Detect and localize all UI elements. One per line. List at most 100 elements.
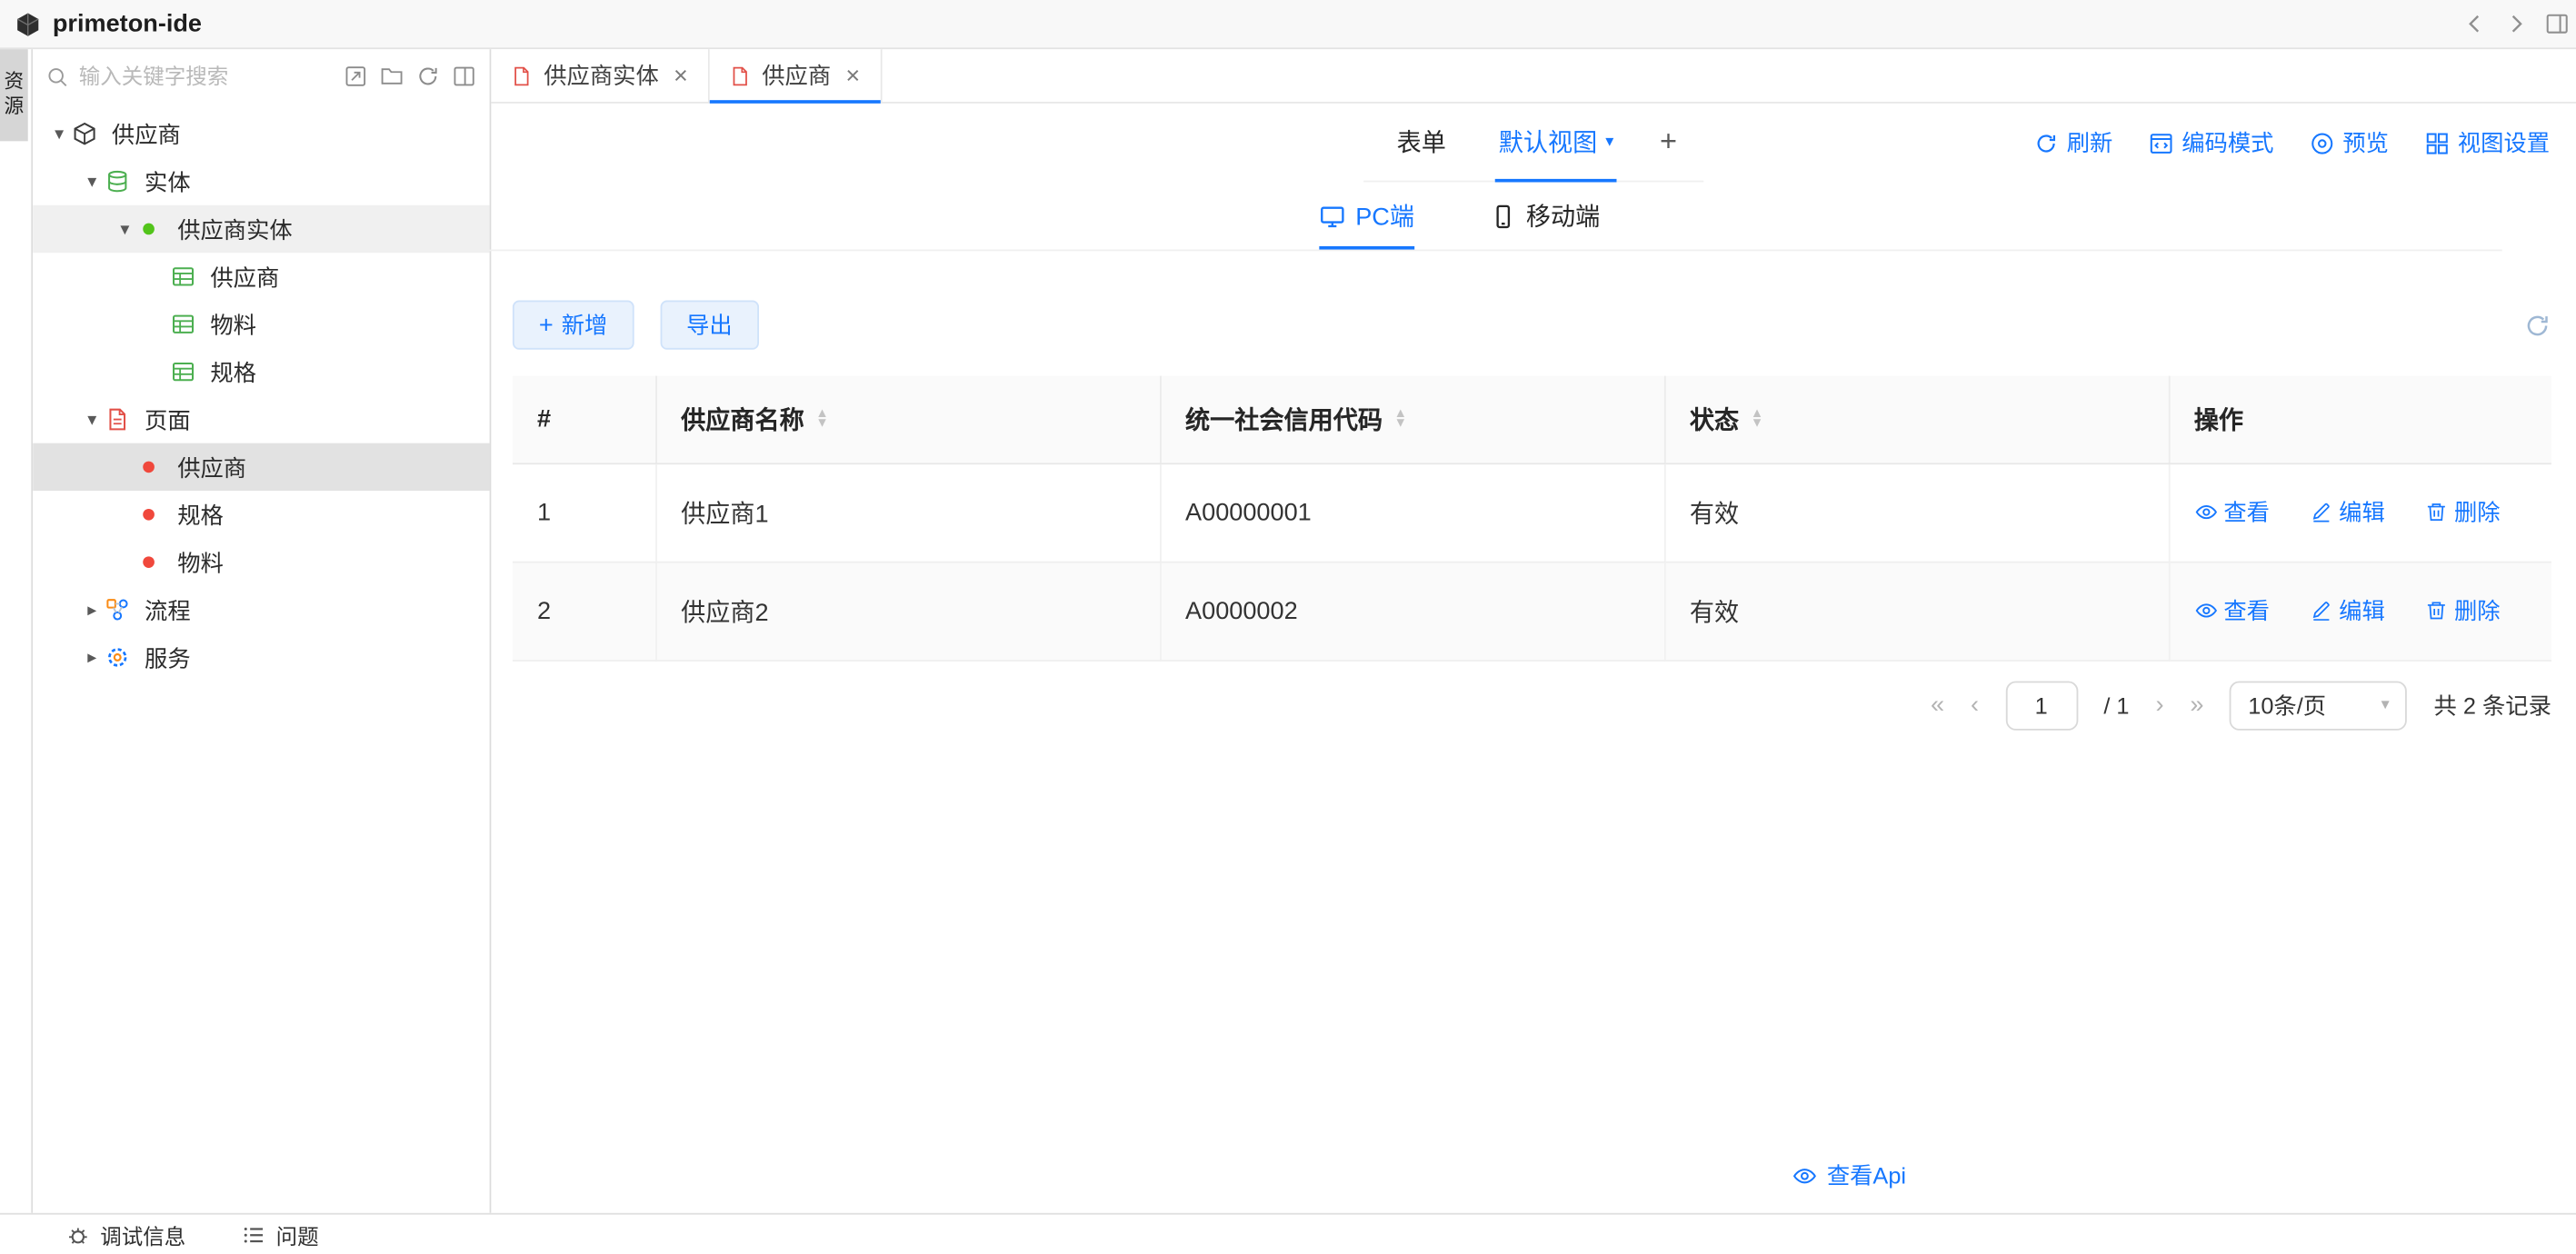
folder-button[interactable]	[380, 64, 404, 88]
page-input[interactable]	[2005, 681, 2078, 730]
cell-status: 有效	[1664, 463, 2169, 561]
tree-item-supplier-root[interactable]: ▾ 供应商	[33, 110, 489, 157]
page-dot-icon	[138, 556, 168, 568]
activity-tab-resources[interactable]: 资源	[0, 49, 28, 141]
tree-item-label: 物料	[210, 308, 256, 341]
grid-settings-icon	[2425, 131, 2450, 155]
refresh-button[interactable]: 刷新	[2034, 126, 2113, 159]
device-tab-pc[interactable]: PC端	[1319, 182, 1414, 249]
export-button[interactable]: 导出	[660, 301, 758, 350]
row-action-edit[interactable]: 编辑	[2310, 593, 2385, 626]
tree-item-page-supplier[interactable]: 供应商	[33, 443, 489, 491]
view-settings-button[interactable]: 视图设置	[2425, 126, 2550, 159]
tab-form[interactable]: 表单	[1371, 104, 1473, 181]
tree-item-entity-supplier[interactable]: 供应商	[33, 253, 489, 300]
column-header-code[interactable]: 统一社会信用代码 ▲▼	[1160, 376, 1664, 463]
chevron-right-icon	[2503, 12, 2528, 36]
grid-actions: + 新增 导出	[513, 301, 2551, 350]
locate-file-icon	[344, 64, 368, 88]
cell-code: A00000001	[1160, 463, 1664, 561]
refresh-icon	[2523, 311, 2551, 339]
cell-index: 1	[513, 463, 655, 561]
table-row: 1 供应商1 A00000001 有效 查看 编辑 删除	[513, 463, 2551, 561]
close-icon[interactable]: ×	[845, 64, 860, 88]
tree-item-label: 物料	[177, 546, 224, 579]
debug-icon	[65, 1222, 90, 1247]
tree-item-page-spec[interactable]: 规格	[33, 491, 489, 538]
collapse-panels-button[interactable]	[452, 64, 476, 88]
debug-info-button[interactable]: 调试信息	[65, 1219, 185, 1249]
editor-tab-supplier[interactable]: 供应商 ×	[709, 49, 881, 102]
device-tab-mobile[interactable]: 移动端	[1490, 182, 1600, 249]
caret-right-icon[interactable]: ▸	[79, 647, 105, 668]
column-header-name[interactable]: 供应商名称 ▲▼	[655, 376, 1160, 463]
trash-icon	[2424, 500, 2447, 522]
page-size-select[interactable]: 10条/页 ▾	[2230, 681, 2407, 730]
folder-icon	[380, 64, 404, 88]
app-window: primeton-ide 资源	[0, 0, 2576, 1254]
row-action-view[interactable]: 查看	[2194, 593, 2270, 626]
nav-forward-button[interactable]	[2503, 12, 2528, 36]
tree-item-entity-material[interactable]: 物料	[33, 301, 489, 348]
table-refresh-button[interactable]	[2523, 311, 2551, 339]
sort-control[interactable]: ▲▼	[1751, 409, 1763, 429]
cell-name: 供应商2	[655, 562, 1160, 660]
caret-down-icon[interactable]: ▾	[79, 171, 105, 192]
code-mode-button[interactable]: 编码模式	[2149, 126, 2273, 159]
view-api-link[interactable]: 查看Api	[1792, 1159, 1906, 1191]
tree-item-entity-spec[interactable]: 规格	[33, 348, 489, 395]
next-page-button[interactable]: ›	[2155, 692, 2163, 717]
app-logo-icon	[15, 11, 41, 37]
add-view-button[interactable]: +	[1640, 104, 1696, 181]
sort-control[interactable]: ▲▼	[815, 409, 828, 429]
row-action-delete[interactable]: 删除	[2424, 593, 2500, 626]
database-icon	[105, 169, 135, 194]
problems-button[interactable]: 问题	[242, 1219, 319, 1249]
sort-control[interactable]: ▲▼	[1394, 409, 1407, 429]
gear-icon	[105, 645, 135, 670]
table-icon	[171, 312, 201, 336]
caret-down-icon[interactable]: ▾	[46, 123, 73, 144]
app-title: primeton-ide	[53, 10, 202, 38]
prev-page-button[interactable]: ‹	[1971, 692, 1979, 717]
refresh-tree-button[interactable]	[415, 64, 440, 88]
last-page-button[interactable]: »	[2190, 692, 2203, 717]
caret-down-icon[interactable]: ▾	[112, 218, 138, 239]
cell-code: A0000002	[1160, 562, 1664, 660]
close-icon[interactable]: ×	[674, 64, 688, 88]
code-mode-icon	[2149, 131, 2173, 155]
tree-item-label: 供应商	[177, 451, 246, 483]
nav-back-button[interactable]	[2462, 12, 2487, 36]
layout-panel-icon	[2545, 12, 2570, 36]
search-input[interactable]	[79, 64, 334, 88]
tree-item-services[interactable]: ▸ 服务	[33, 633, 489, 681]
eye-icon	[2194, 500, 2217, 522]
flow-icon	[105, 597, 135, 622]
caret-right-icon[interactable]: ▸	[79, 599, 105, 620]
data-table: # 供应商名称 ▲▼ 统一社会信用代码 ▲▼	[513, 376, 2551, 661]
status-bar: 调试信息 问题	[0, 1213, 2576, 1254]
plus-icon: +	[539, 313, 554, 337]
caret-down-icon[interactable]: ▾	[79, 409, 105, 430]
row-action-edit[interactable]: 编辑	[2310, 495, 2385, 528]
layout-toggle-button[interactable]	[2545, 12, 2570, 36]
column-header-status[interactable]: 状态 ▲▼	[1664, 376, 2169, 463]
tree-item-label: 规格	[177, 498, 224, 531]
row-action-delete[interactable]: 删除	[2424, 495, 2500, 528]
preview-button[interactable]: 预览	[2310, 126, 2389, 159]
tree-item-pages[interactable]: ▾ 页面	[33, 395, 489, 443]
edit-icon	[2310, 500, 2332, 522]
tree-item-page-material[interactable]: 物料	[33, 538, 489, 585]
tree-item-flows[interactable]: ▸ 流程	[33, 586, 489, 633]
chevron-left-icon	[2462, 12, 2487, 36]
tab-default-view[interactable]: 默认视图 ▾	[1473, 104, 1640, 181]
editor-tab-label: 供应商实体	[544, 59, 659, 92]
locate-file-button[interactable]	[344, 64, 368, 88]
row-action-view[interactable]: 查看	[2194, 495, 2270, 528]
page-dot-icon	[138, 462, 168, 473]
column-header-actions: 操作	[2169, 376, 2551, 463]
first-page-button[interactable]: «	[1931, 692, 1944, 717]
total-records-label: 共 2 条记录	[2434, 689, 2551, 722]
add-record-button[interactable]: + 新增	[513, 301, 634, 350]
editor-tab-supplier-entity[interactable]: 供应商实体 ×	[491, 49, 709, 102]
